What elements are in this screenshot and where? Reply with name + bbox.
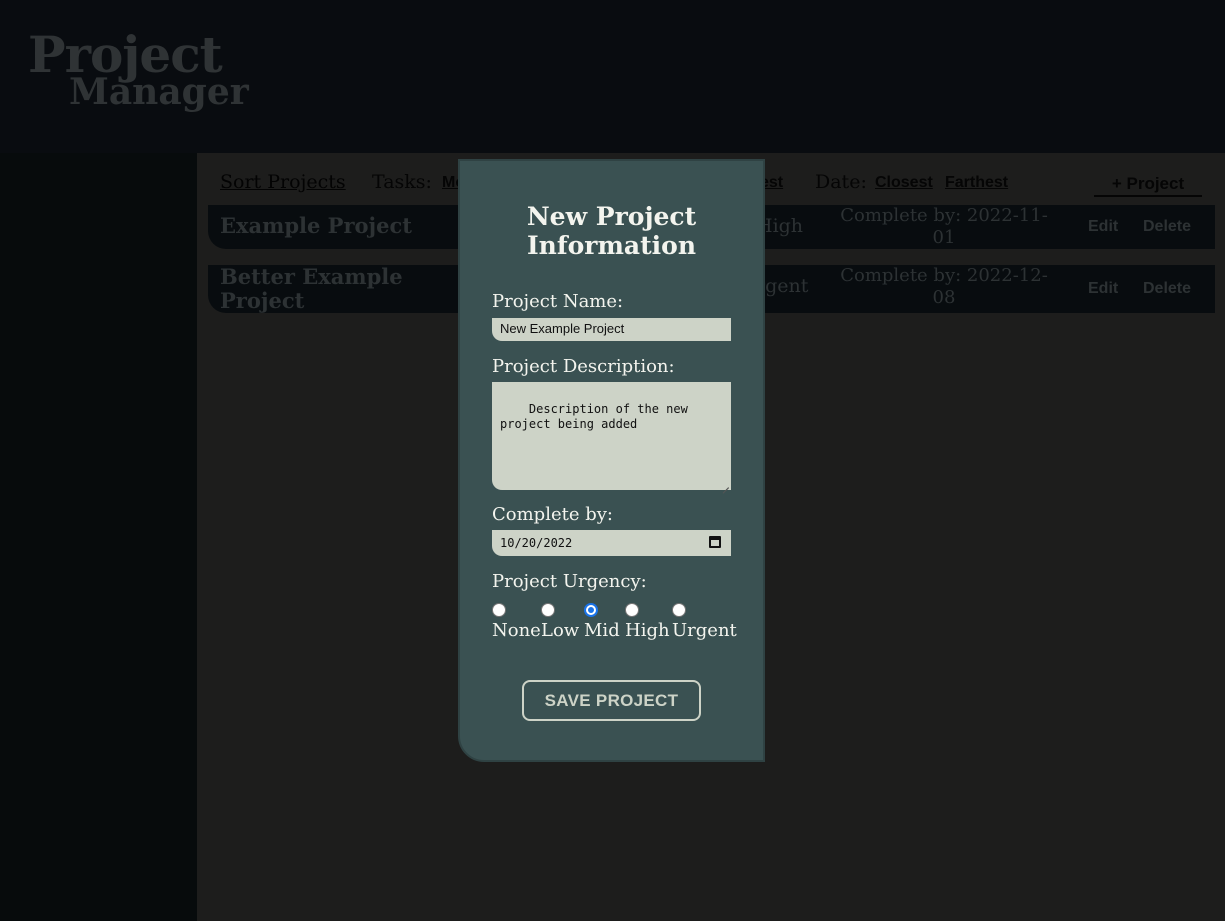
edit-project-button[interactable]: Edit [1088,218,1118,236]
project-complete-by: Complete by: 2022-11-01 [840,205,1048,248]
sort-tasks-label: Tasks: [372,171,432,193]
sidebar [0,153,197,921]
urgency-label-low: Low [541,620,580,641]
project-urgency-label: Project Urgency: [492,571,647,592]
header: Project Manager [0,0,1225,153]
complete-by-label: Complete by: [492,504,613,525]
resize-handle-icon[interactable] [721,480,729,488]
new-project-modal: New Project Information Project Name: Ne… [458,159,765,762]
calendar-icon[interactable] [709,536,721,548]
urgency-label-mid: Mid [584,620,620,641]
project-description-text: Description of the new project being add… [500,402,696,431]
project-description-label: Project Description: [492,356,675,377]
logo-line2: Manager [69,71,249,113]
add-project-button[interactable]: + Project [1094,174,1202,197]
delete-project-button[interactable]: Delete [1143,280,1191,298]
modal-title: New Project Information [526,202,697,260]
edit-project-button[interactable]: Edit [1088,280,1118,298]
urgency-radio-mid[interactable] [584,603,598,617]
urgency-radio-none[interactable] [492,603,506,617]
sort-date-label: Date: [815,171,867,193]
sort-projects-title: Sort Projects [220,171,346,193]
urgency-radio-low[interactable] [541,603,555,617]
urgency-label-high: High [625,620,670,641]
app-logo: Project Manager [28,30,249,113]
urgency-label-none: None [492,620,541,641]
project-description-textarea[interactable]: Description of the new project being add… [492,382,731,490]
project-complete-by: Complete by: 2022-12-08 [840,265,1048,308]
project-name-label: Project Name: [492,291,624,312]
urgency-radio-high[interactable] [625,603,639,617]
project-name: Example Project [220,213,412,238]
complete-by-date-input[interactable]: 10/20/2022 [492,530,731,556]
delete-project-button[interactable]: Delete [1143,218,1191,236]
complete-by-date-value: 10/20/2022 [500,536,573,550]
project-name-input[interactable]: New Example Project [492,318,731,341]
urgency-label-urgent: Urgent [672,620,737,641]
sort-date-closest-link[interactable]: Closest [875,174,933,192]
project-name: Better Example Project [220,264,403,313]
urgency-radio-urgent[interactable] [672,603,686,617]
sort-date-farthest-link[interactable]: Farthest [945,174,1008,192]
save-project-button[interactable]: SAVE PROJECT [522,680,701,721]
